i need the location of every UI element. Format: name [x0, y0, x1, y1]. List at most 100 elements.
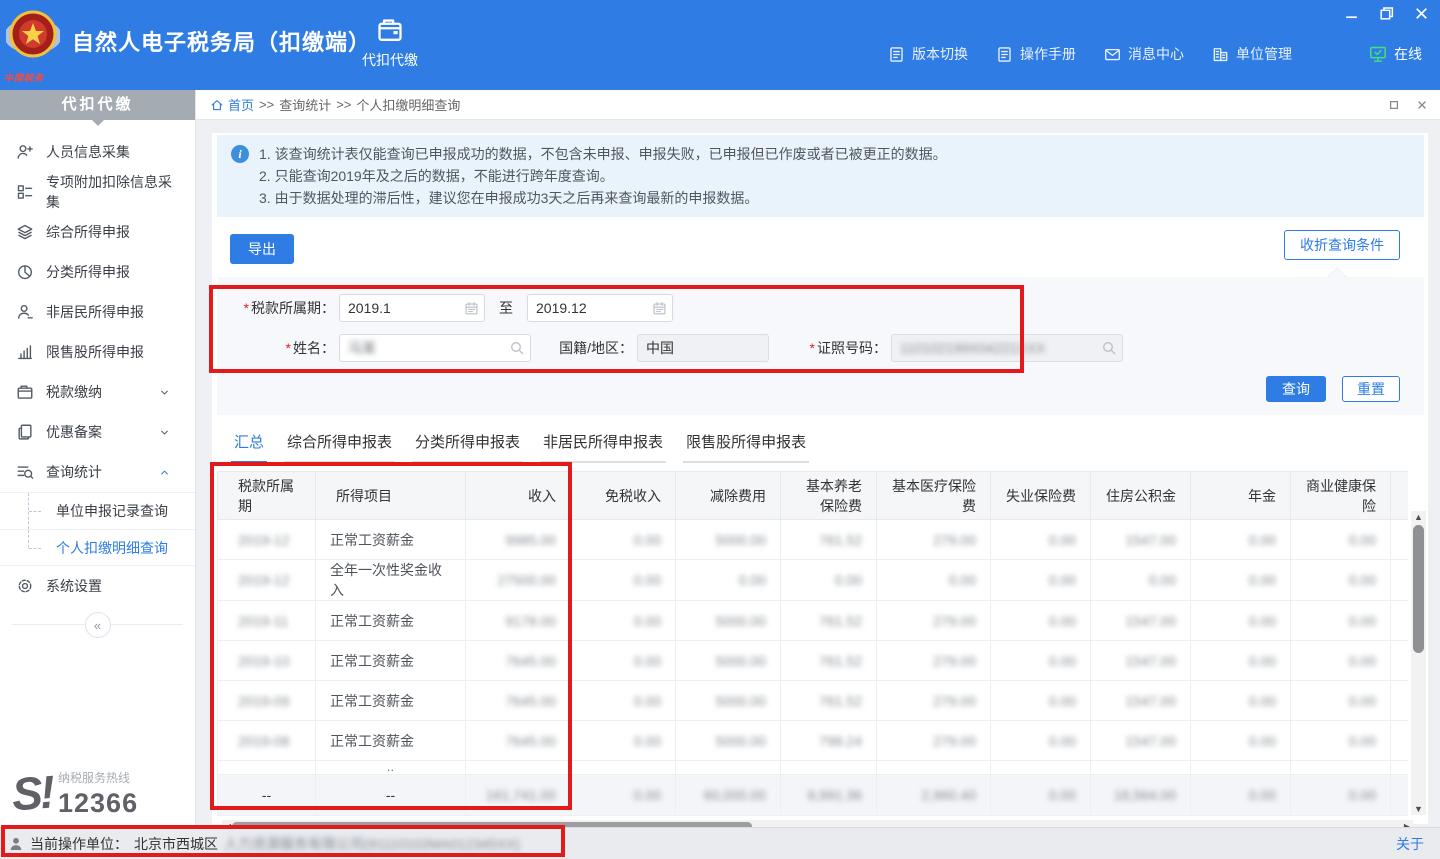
minimize-button[interactable] [1343, 5, 1360, 22]
hotline-label: 纳税服务热线 [58, 769, 138, 786]
header-menu-operation-manual[interactable]: 操作手册 [996, 44, 1076, 64]
table-total-cell: 0.00 [1391, 775, 1409, 816]
sidebar-item-comprehensive-income-declare[interactable]: 综合所得申报 [0, 212, 195, 252]
table-cell: 0.00 [571, 721, 676, 761]
current-unit-public: 北京市西城区 [134, 834, 218, 854]
table-cell: 正常工资薪金 [316, 641, 466, 681]
scroll-down-arrow[interactable]: ▼ [1411, 803, 1426, 815]
chevron-up-icon[interactable] [158, 466, 171, 479]
restore-tab-icon[interactable] [1388, 99, 1400, 111]
hotline-logo: S! 纳税服务热线 12366 [12, 769, 138, 819]
table-row[interactable]: 2019-12正常工资薪金9985.000.005000.00761.52279… [218, 520, 1409, 560]
table-cell: 0.00 [1391, 601, 1409, 641]
table-cell: 0.00 [571, 560, 676, 601]
table-row[interactable]: 2019-08正常工资薪金7645.000.005000.00798.24279… [218, 721, 1409, 761]
tab-comprehensive[interactable]: 综合所得申报表 [284, 429, 395, 463]
sidebar-item-label: 综合所得申报 [46, 222, 130, 242]
column-header: 基本医疗保险费 [877, 472, 991, 520]
chevron-down-icon[interactable] [158, 386, 171, 399]
notice-line-2: 2. 只能查询2019年及之后的数据，不能进行跨年度查询。 [259, 165, 947, 187]
sidebar-item-personnel-info-collect[interactable]: 人员信息采集 [0, 132, 195, 172]
table-cell [877, 761, 991, 775]
collapse-filter-button[interactable]: 收折查询条件 [1284, 230, 1400, 260]
sidebar-item-nonresident-income-declare[interactable]: 非居民所得申报 [0, 292, 195, 332]
table-cell: 正常工资薪金 [316, 601, 466, 641]
sidebar-collapse-button[interactable]: « [85, 612, 111, 638]
sidebar-item-tax-payment[interactable]: 税款缴纳 [0, 372, 195, 412]
current-unit-label: 当前操作单位： [30, 834, 128, 854]
column-header: 商业健康保险 [1291, 472, 1391, 520]
reset-button[interactable]: 重置 [1342, 376, 1400, 402]
table-cell: 0.00 [991, 520, 1091, 560]
header-menu-version-switch[interactable]: 版本切换 [888, 44, 968, 64]
table-cell: 761.52 [781, 681, 877, 721]
sidebar-item-label: 限售股所得申报 [46, 342, 144, 362]
close-tab-icon[interactable] [1416, 99, 1428, 111]
result-tabs: 汇总综合所得申报表分类所得申报表非居民所得申报表限售股所得申报表 [217, 429, 1424, 463]
breadcrumb-sep: >> [336, 97, 351, 112]
search-list-icon [16, 463, 34, 481]
online-status: 在线 [1369, 44, 1422, 64]
tab-summary[interactable]: 汇总 [231, 429, 267, 463]
table-cell: 0.00 [1391, 681, 1409, 721]
tab-restricted-shares[interactable]: 限售股所得申报表 [683, 429, 809, 463]
online-status-label: 在线 [1394, 44, 1422, 64]
table-cell: 9178.00 [466, 601, 571, 641]
table-cell: 0.00 [571, 520, 676, 560]
export-button[interactable]: 导出 [230, 234, 294, 264]
sidebar-item-special-deduction-collect[interactable]: 专项附加扣除信息采集 [0, 172, 195, 212]
scroll-up-arrow[interactable]: ▲ [1411, 511, 1426, 523]
name-input[interactable]: 马某 [339, 334, 531, 362]
sidebar-collapse-row: « [12, 624, 183, 650]
tax-emblem-logo: 中国税务 [6, 6, 60, 84]
table-total-cell: 0.00 [571, 775, 676, 816]
table-cell: 279.00 [877, 601, 991, 641]
about-link[interactable]: 关于 [1396, 834, 1424, 854]
wallet-icon [16, 383, 34, 401]
table-cell: 279.00 [877, 641, 991, 681]
period-from-input[interactable] [339, 294, 485, 322]
vertical-scrollbar[interactable]: ▲ ▼ [1411, 511, 1426, 815]
table-row[interactable]: 2019-12全年一次性奖金收入27500.000.000.000.000.00… [218, 560, 1409, 601]
sidebar-item-label: 分类所得申报 [46, 262, 130, 282]
chevron-down-icon[interactable] [158, 426, 171, 439]
breadcrumb-home[interactable]: 首页 [210, 95, 254, 114]
close-button[interactable] [1413, 5, 1430, 22]
tab-nonresident[interactable]: 非居民所得申报表 [540, 429, 666, 463]
table-cell: 7645.00 [466, 641, 571, 681]
filter-panel: *税款所属期： 至 [217, 277, 1424, 415]
sidebar-item-preferential-filing[interactable]: 优惠备案 [0, 412, 195, 452]
table-row[interactable]: 2019-09正常工资薪金7645.000.005000.00761.52279… [218, 681, 1409, 721]
sidebar-title: 代扣代缴 [0, 90, 195, 120]
sidebar-item-restricted-shares-declare[interactable]: 限售股所得申报 [0, 332, 195, 372]
table-row[interactable]: 2019-11正常工资薪金9178.000.005000.00761.52279… [218, 601, 1409, 641]
sidebar-item-classified-income-declare[interactable]: 分类所得申报 [0, 252, 195, 292]
restore-button[interactable] [1378, 5, 1395, 22]
table-cell [1391, 761, 1409, 775]
table-cell [1291, 761, 1391, 775]
sidebar-item-label: 人员信息采集 [46, 142, 130, 162]
table-cell: 0.00 [781, 560, 877, 601]
tab-classified[interactable]: 分类所得申报表 [412, 429, 523, 463]
sidebar-item-system-settings[interactable]: 系统设置 [0, 566, 195, 606]
sidebar-subitem-personal-withholding-detail-query[interactable]: 个人扣缴明细查询 [0, 529, 195, 566]
module-tab-withholding[interactable]: 代扣代缴 [352, 16, 428, 70]
query-button[interactable]: 查询 [1266, 376, 1326, 402]
hotline-mark: S! [11, 772, 54, 816]
column-header: 收入 [466, 472, 571, 520]
table-cell: 761.52 [781, 601, 877, 641]
table-total-row: ----161,741.000.0060,000.008,991.362,960… [218, 775, 1409, 816]
period-to-input[interactable] [527, 294, 673, 322]
table-cell: 0.00 [1091, 560, 1191, 601]
sidebar-item-query-statistics[interactable]: 查询统计 [0, 452, 195, 492]
sidebar-subitem-unit-declare-record-query[interactable]: 单位申报记录查询 [0, 492, 195, 529]
header-menu-message-center[interactable]: 消息中心 [1104, 44, 1184, 64]
table-cell: 5000.00 [676, 641, 781, 681]
vertical-scroll-thumb[interactable] [1413, 525, 1424, 653]
table-cell: 0.00 [1391, 721, 1409, 761]
header-menu-unit-management[interactable]: 单位管理 [1212, 44, 1292, 64]
table-row[interactable]: 2019-10正常工资薪金7645.000.005000.00761.52279… [218, 641, 1409, 681]
table-cell: 0.00 [991, 601, 1091, 641]
table-cell: 0.00 [1191, 681, 1291, 721]
column-header: 年金 [1191, 472, 1291, 520]
